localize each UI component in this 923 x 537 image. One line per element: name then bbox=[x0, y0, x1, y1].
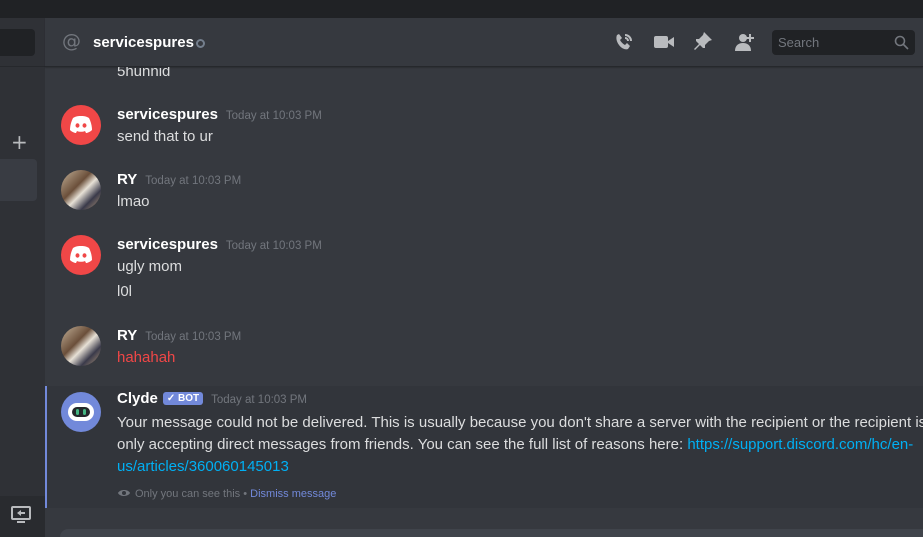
message-composer[interactable] bbox=[60, 529, 923, 537]
message-author[interactable]: RY Today at 10:03 PM bbox=[117, 171, 241, 188]
message-content: hahahah bbox=[117, 349, 176, 366]
monitor-icon[interactable] bbox=[11, 506, 31, 524]
add-friends-to-dm-icon[interactable] bbox=[733, 32, 755, 52]
message-author[interactable]: servicespures Today at 10:03 PM bbox=[117, 236, 322, 253]
message-author[interactable]: Clyde ✓ BOT Today at 10:03 PM bbox=[117, 390, 307, 407]
message-author[interactable]: RY Today at 10:03 PM bbox=[117, 327, 241, 344]
message-timestamp: Today at 10:03 PM bbox=[211, 394, 308, 406]
message-author[interactable]: servicespures Today at 10:03 PM bbox=[117, 106, 322, 123]
only-you-text: Only you can see this bbox=[135, 488, 241, 500]
start-video-call-icon[interactable] bbox=[653, 32, 675, 52]
search-icon bbox=[894, 35, 909, 50]
eye-icon bbox=[118, 490, 130, 496]
author-name[interactable]: servicespures bbox=[117, 236, 218, 253]
message-content: lmao bbox=[117, 193, 150, 210]
find-conversation-button[interactable] bbox=[0, 29, 35, 56]
author-name[interactable]: Clyde bbox=[117, 390, 158, 407]
bot-badge: ✓ BOT bbox=[162, 392, 204, 405]
avatar[interactable] bbox=[61, 235, 101, 275]
discord-logo-icon bbox=[70, 116, 92, 133]
offline-status-icon bbox=[196, 39, 205, 48]
message-timestamp: Today at 10:03 PM bbox=[225, 110, 322, 122]
message-list: 5hunnid servicespures Today at 10:03 PM s… bbox=[45, 67, 923, 529]
message-content: Your message could not be delivered. Thi… bbox=[117, 412, 923, 478]
avatar[interactable] bbox=[61, 326, 101, 366]
discord-logo-icon bbox=[70, 246, 92, 263]
create-dm-icon[interactable]: + bbox=[11, 132, 28, 152]
clyde-system-message: Clyde ✓ BOT Today at 10:03 PM Your message… bbox=[45, 386, 923, 508]
message-timestamp: Today at 10:03 PM bbox=[225, 240, 322, 252]
author-name[interactable]: servicespures bbox=[117, 106, 218, 123]
message-content: l0l bbox=[117, 283, 133, 300]
at-icon: @ bbox=[62, 30, 81, 52]
selected-dm-item[interactable] bbox=[0, 159, 37, 201]
dm-sidebar: + bbox=[0, 18, 45, 537]
ephemeral-notice: Only you can see this • Dismiss message bbox=[117, 488, 336, 500]
author-name[interactable]: RY bbox=[117, 327, 137, 344]
sidebar-divider bbox=[0, 66, 45, 67]
start-voice-call-icon[interactable] bbox=[613, 32, 635, 52]
message-content: ugly mom bbox=[117, 258, 183, 275]
separator: • bbox=[243, 488, 248, 500]
author-name[interactable]: RY bbox=[117, 171, 137, 188]
clyde-avatar[interactable] bbox=[61, 392, 101, 432]
avatar[interactable] bbox=[61, 105, 101, 145]
avatar[interactable] bbox=[61, 170, 101, 210]
channel-name: servicespures bbox=[93, 34, 194, 51]
user-panel bbox=[0, 496, 45, 537]
message-content: 5hunnid bbox=[117, 67, 171, 80]
dismiss-message-link[interactable]: Dismiss message bbox=[250, 488, 336, 500]
clyde-robot-icon bbox=[68, 403, 94, 421]
window-top-bar bbox=[0, 0, 923, 18]
search-input[interactable] bbox=[778, 34, 888, 51]
message-timestamp: Today at 10:03 PM bbox=[145, 331, 242, 343]
pinned-messages-icon[interactable] bbox=[693, 32, 715, 52]
message-timestamp: Today at 10:03 PM bbox=[145, 175, 242, 187]
channel-header: @ servicespures bbox=[45, 18, 923, 67]
search-box[interactable] bbox=[772, 30, 915, 55]
message-content: send that to ur bbox=[117, 128, 213, 145]
